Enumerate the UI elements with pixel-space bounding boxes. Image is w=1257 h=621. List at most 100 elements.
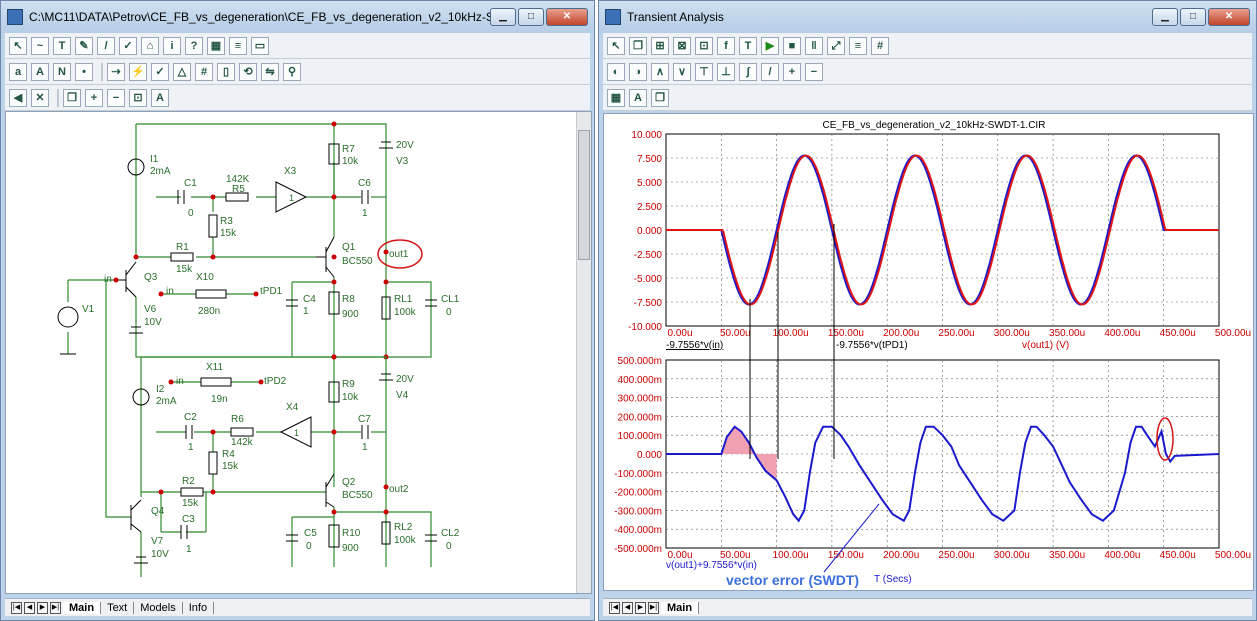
slope-icon[interactable]: / bbox=[761, 62, 779, 81]
show-power-icon[interactable]: ⚡ bbox=[129, 62, 147, 81]
top-ytick-label: 0.000 bbox=[637, 226, 662, 237]
list-icon[interactable]: ≡ bbox=[849, 36, 867, 55]
pause-icon[interactable]: ‖ bbox=[805, 36, 823, 55]
valley-icon[interactable]: ∨ bbox=[673, 62, 691, 81]
copy-icon[interactable]: ❐ bbox=[629, 36, 647, 55]
app-icon bbox=[7, 9, 23, 25]
label-in-X10: in bbox=[166, 286, 174, 297]
maximize-button[interactable]: □ bbox=[518, 8, 544, 26]
top-ytick-label: 7.500 bbox=[637, 154, 662, 165]
node-voltages-icon[interactable]: N bbox=[53, 62, 71, 81]
copy-icon[interactable]: ❐ bbox=[63, 88, 81, 107]
first-page-icon[interactable]: |◀ bbox=[609, 601, 620, 614]
info-icon[interactable]: i bbox=[163, 36, 181, 55]
pin-markers-icon[interactable]: • bbox=[75, 62, 93, 81]
stop-icon[interactable]: ✕ bbox=[31, 88, 49, 107]
prev-page-icon[interactable]: ◀ bbox=[622, 601, 633, 614]
bottom-ytick-label: 500.000m bbox=[618, 356, 662, 367]
label-C1-value: 0 bbox=[188, 208, 194, 219]
label-R2: R2 bbox=[182, 476, 195, 487]
plot-icon[interactable]: ⤢ bbox=[827, 36, 845, 55]
cursor-right-icon[interactable]: ◑ bbox=[629, 62, 647, 81]
plot-area[interactable]: CE_FB_vs_degeneration_v2_10kHz-SWDT-1.CI… bbox=[603, 113, 1254, 591]
minimize-button[interactable]: ▁ bbox=[1152, 8, 1178, 26]
schematic-vertical-scrollbar[interactable] bbox=[576, 112, 591, 593]
next-page-icon[interactable]: ▶ bbox=[37, 601, 48, 614]
rotate-icon[interactable]: ⟲ bbox=[239, 62, 257, 81]
last-page-icon[interactable]: ▶| bbox=[50, 601, 61, 614]
text-tool-icon[interactable]: T bbox=[739, 36, 757, 55]
label-R10-value: 900 bbox=[342, 543, 359, 554]
tab-info[interactable]: Info bbox=[183, 601, 215, 614]
close-button[interactable]: ✕ bbox=[1208, 8, 1250, 26]
plot-title: CE_FB_vs_degeneration_v2_10kHz-SWDT-1.CI… bbox=[823, 120, 1046, 131]
zoom-in-icon[interactable]: + bbox=[85, 88, 103, 107]
label-I2: I2 bbox=[156, 384, 165, 395]
zoom-fit-icon[interactable]: ⊡ bbox=[129, 88, 147, 107]
scale-icon[interactable]: ⊞ bbox=[651, 36, 669, 55]
close-button[interactable]: ✕ bbox=[546, 8, 588, 26]
node-numbers-icon[interactable]: a bbox=[9, 62, 27, 81]
grid-icon[interactable]: # bbox=[871, 36, 889, 55]
zoom-box-icon[interactable]: ⊡ bbox=[695, 36, 713, 55]
attribute-text-icon[interactable]: A bbox=[31, 62, 49, 81]
flip-icon[interactable]: ⇋ bbox=[261, 62, 279, 81]
tab-main[interactable]: Main bbox=[661, 601, 700, 614]
label-Q1-value: BC550 bbox=[342, 256, 373, 267]
warning-icon[interactable]: △ bbox=[173, 62, 191, 81]
show-states-icon[interactable]: ✓ bbox=[151, 62, 169, 81]
schematic-titlebar[interactable]: C:\MC11\DATA\Petrov\CE_FB_vs_degeneratio… bbox=[1, 1, 594, 33]
back-icon[interactable]: ◀ bbox=[9, 88, 27, 107]
top-xtick-label: 400.00u bbox=[1104, 328, 1140, 339]
high-icon[interactable]: ⊤ bbox=[695, 62, 713, 81]
component-icon[interactable]: ⌂ bbox=[141, 36, 159, 55]
zoom-in-icon[interactable]: + bbox=[783, 62, 801, 81]
find-icon[interactable]: ⚲ bbox=[283, 62, 301, 81]
zoom-out-icon[interactable]: − bbox=[805, 62, 823, 81]
pen-icon[interactable]: ✎ bbox=[75, 36, 93, 55]
peak-icon[interactable]: ∧ bbox=[651, 62, 669, 81]
line-icon[interactable]: / bbox=[97, 36, 115, 55]
tab-main[interactable]: Main bbox=[63, 601, 102, 614]
low-icon[interactable]: ⊥ bbox=[717, 62, 735, 81]
help-icon[interactable]: ? bbox=[185, 36, 203, 55]
show-currents-icon[interactable]: ⇢ bbox=[107, 62, 125, 81]
font-icon[interactable]: A bbox=[629, 88, 647, 107]
pad-icon[interactable]: ▭ bbox=[251, 36, 269, 55]
schematic-canvas[interactable]: I1 2mA C1 0 142K R5 X3 1 R7 10k 20V V3 C… bbox=[5, 111, 592, 594]
last-page-icon[interactable]: ▶| bbox=[648, 601, 659, 614]
zoom-out-icon[interactable]: − bbox=[107, 88, 125, 107]
maximize-button[interactable]: □ bbox=[1180, 8, 1206, 26]
tab-text[interactable]: Text bbox=[101, 601, 135, 614]
stop-icon[interactable]: ■ bbox=[783, 36, 801, 55]
bottom-ytick-label: -100.000m bbox=[614, 469, 662, 480]
fx-icon[interactable]: f bbox=[717, 36, 735, 55]
grid-toggle-icon[interactable]: # bbox=[195, 62, 213, 81]
label-x-axis: T (Secs) bbox=[874, 574, 912, 585]
font-icon[interactable]: A bbox=[151, 88, 169, 107]
copy-small-icon[interactable]: ❐ bbox=[651, 88, 669, 107]
cursor-left-icon[interactable]: ◐ bbox=[607, 62, 625, 81]
transient-titlebar[interactable]: Transient Analysis ▁ □ ✕ bbox=[599, 1, 1256, 33]
page-icon[interactable]: ▯ bbox=[217, 62, 235, 81]
tile-icon[interactable]: ▦ bbox=[607, 88, 625, 107]
label-C5-value: 0 bbox=[306, 541, 312, 552]
label-V6: V6 bbox=[144, 304, 157, 315]
text-tool-icon[interactable]: T bbox=[53, 36, 71, 55]
next-page-icon[interactable]: ▶ bbox=[635, 601, 646, 614]
inflection-icon[interactable]: ∫ bbox=[739, 62, 757, 81]
minimize-button[interactable]: ▁ bbox=[490, 8, 516, 26]
wire-tool-icon[interactable]: ~ bbox=[31, 36, 49, 55]
first-page-icon[interactable]: |◀ bbox=[11, 601, 22, 614]
run-icon[interactable]: ▶ bbox=[761, 36, 779, 55]
graph-icon[interactable]: ⊠ bbox=[673, 36, 691, 55]
check-icon[interactable]: ✓ bbox=[119, 36, 137, 55]
label-R10: R10 bbox=[342, 528, 361, 539]
grid-icon[interactable]: ▦ bbox=[207, 36, 225, 55]
select-tool-icon[interactable]: ↖ bbox=[607, 36, 625, 55]
list-icon[interactable]: ≡ bbox=[229, 36, 247, 55]
tab-models[interactable]: Models bbox=[134, 601, 183, 614]
label-C2: C2 bbox=[184, 412, 197, 423]
prev-page-icon[interactable]: ◀ bbox=[24, 601, 35, 614]
select-tool-icon[interactable]: ↖ bbox=[9, 36, 27, 55]
